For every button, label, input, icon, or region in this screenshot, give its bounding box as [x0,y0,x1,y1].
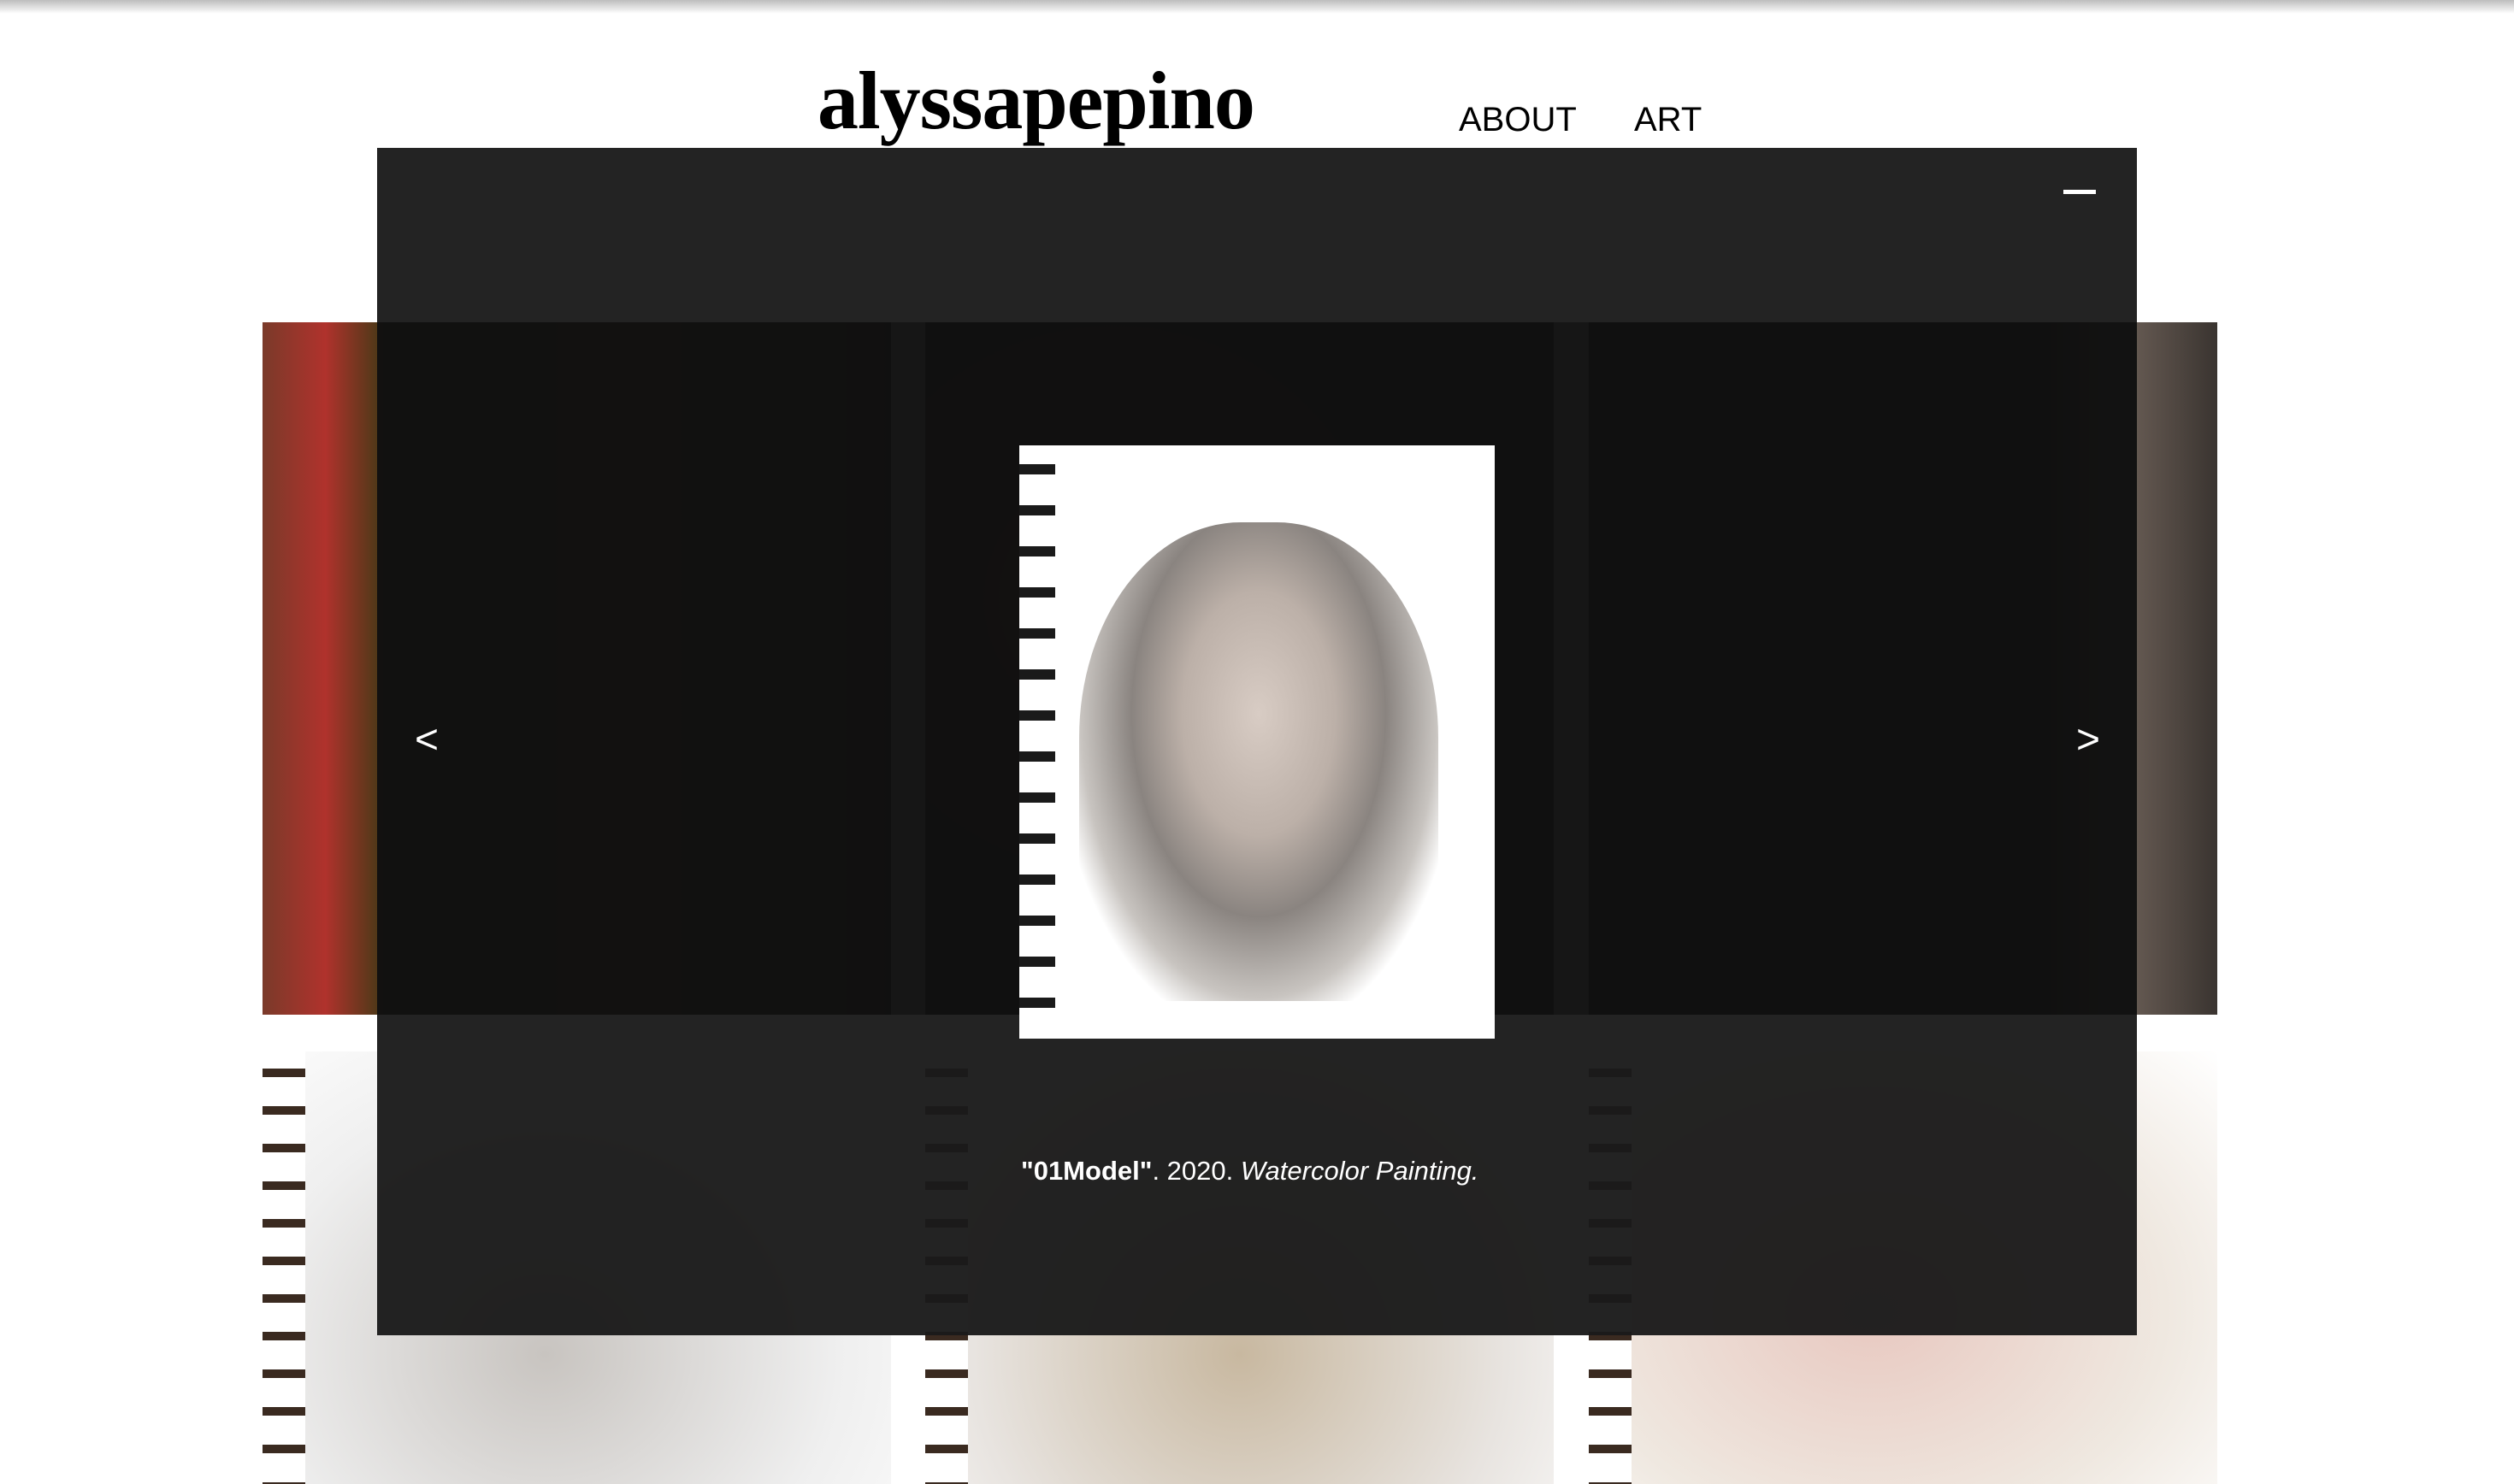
artwork-title: "01Model" [1021,1156,1153,1186]
prev-arrow-button[interactable]: < [415,716,439,763]
artwork-year: . 2020. [1152,1156,1241,1186]
lightbox-artwork-image [1019,445,1495,1039]
close-lightbox-icon[interactable] [2063,190,2096,194]
site-logo[interactable]: alyssapepino [817,53,1255,148]
nav-about[interactable]: ABOUT [1459,101,1577,139]
artwork-medium: Watercolor Painting. [1240,1156,1479,1186]
top-shadow [0,0,2514,14]
portrait-painting [1079,522,1438,1001]
next-arrow-button[interactable]: > [2076,716,2100,763]
nav-art[interactable]: ART [1634,101,1702,139]
spiral-binding [1019,445,1055,1039]
artwork-caption: "01Model". 2020. Watercolor Painting. [1021,1156,1478,1187]
spiral-binding [263,1051,305,1484]
